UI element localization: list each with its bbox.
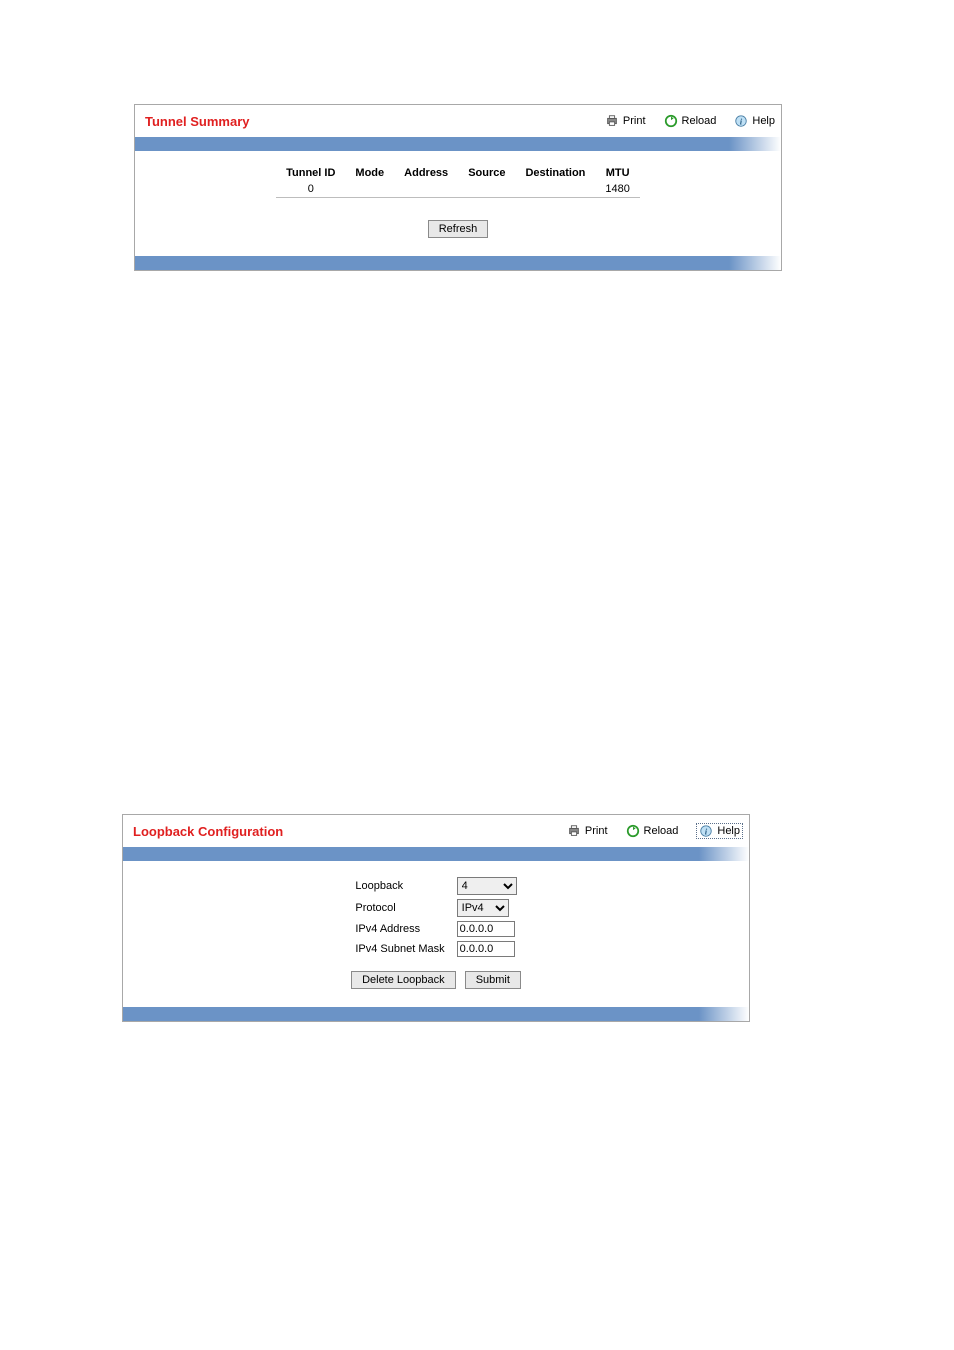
form-row-loopback: Loopback 4 xyxy=(349,875,522,897)
help-label: Help xyxy=(717,825,740,837)
col-source: Source xyxy=(458,165,515,181)
help-button[interactable]: i Help xyxy=(734,114,775,128)
col-mtu: MTU xyxy=(595,165,639,181)
ipv4-address-input[interactable] xyxy=(457,921,515,937)
col-tunnel-id: Tunnel ID xyxy=(276,165,345,181)
col-address: Address xyxy=(394,165,458,181)
help-icon: i xyxy=(734,114,748,128)
reload-icon xyxy=(664,114,678,128)
reload-button[interactable]: Reload xyxy=(664,114,717,128)
cell-destination xyxy=(515,181,595,198)
submit-button[interactable]: Submit xyxy=(465,971,521,989)
label-ipv4-subnet: IPv4 Subnet Mask xyxy=(349,939,450,959)
print-button[interactable]: Print xyxy=(567,824,608,838)
ipv4-subnet-input[interactable] xyxy=(457,941,515,957)
form-row-protocol: Protocol IPv4 xyxy=(349,897,522,919)
help-label: Help xyxy=(752,115,775,127)
table-header-row: Tunnel ID Mode Address Source Destinatio… xyxy=(276,165,640,181)
form-row-ipv4-subnet: IPv4 Subnet Mask xyxy=(349,939,522,959)
print-label: Print xyxy=(623,115,646,127)
cell-mode xyxy=(345,181,394,198)
reload-label: Reload xyxy=(682,115,717,127)
page-title: Loopback Configuration xyxy=(133,824,283,839)
panel-header: Loopback Configuration Print xyxy=(123,815,749,847)
label-protocol: Protocol xyxy=(349,897,450,919)
cell-source xyxy=(458,181,515,198)
cell-address xyxy=(394,181,458,198)
tunnel-summary-panel: Tunnel Summary Print xyxy=(134,104,782,271)
print-icon xyxy=(605,114,619,128)
panel-content: Tunnel ID Mode Address Source Destinatio… xyxy=(135,151,781,256)
print-label: Print xyxy=(585,825,608,837)
page-title: Tunnel Summary xyxy=(145,114,250,129)
separator-bar xyxy=(123,847,749,861)
reload-button[interactable]: Reload xyxy=(626,824,679,838)
delete-loopback-button[interactable]: Delete Loopback xyxy=(351,971,456,989)
separator-bar xyxy=(135,137,781,151)
tunnel-table: Tunnel ID Mode Address Source Destinatio… xyxy=(276,165,640,198)
label-loopback: Loopback xyxy=(349,875,450,897)
loopback-form: Loopback 4 Protocol IPv4 xyxy=(349,875,522,959)
col-destination: Destination xyxy=(515,165,595,181)
reload-label: Reload xyxy=(644,825,679,837)
panel-header: Tunnel Summary Print xyxy=(135,105,781,137)
separator-bar-bottom xyxy=(135,256,781,270)
print-icon xyxy=(567,824,581,838)
loopback-select[interactable]: 4 xyxy=(457,877,517,895)
reload-icon xyxy=(626,824,640,838)
label-ipv4-address: IPv4 Address xyxy=(349,919,450,939)
panel-content: Loopback 4 Protocol IPv4 xyxy=(123,861,749,1007)
help-icon: i xyxy=(699,824,713,838)
print-button[interactable]: Print xyxy=(605,114,646,128)
help-button[interactable]: i Help xyxy=(696,823,743,839)
loopback-config-panel: Loopback Configuration Print xyxy=(122,814,750,1022)
refresh-button[interactable]: Refresh xyxy=(428,220,489,238)
cell-mtu: 1480 xyxy=(595,181,639,198)
form-row-ipv4-address: IPv4 Address xyxy=(349,919,522,939)
col-mode: Mode xyxy=(345,165,394,181)
table-row: 0 1480 xyxy=(276,181,640,198)
cell-tunnel-id: 0 xyxy=(276,181,345,198)
separator-bar-bottom xyxy=(123,1007,749,1021)
protocol-select[interactable]: IPv4 xyxy=(457,899,509,917)
